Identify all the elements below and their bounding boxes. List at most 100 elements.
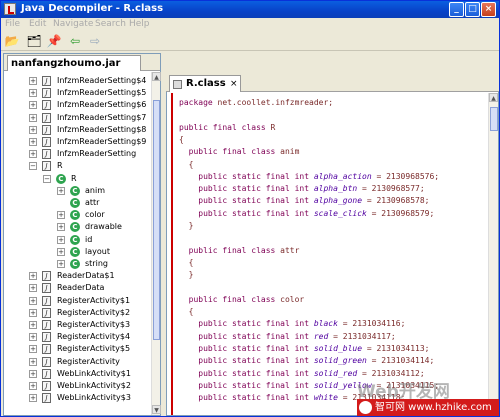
java-file-icon: J bbox=[42, 344, 51, 355]
code-text: { bbox=[179, 257, 194, 267]
scroll-up-icon[interactable]: ▲ bbox=[152, 72, 161, 81]
tree-item[interactable]: + J RegisterActivity$1 bbox=[4, 295, 151, 307]
expand-icon[interactable]: + bbox=[57, 211, 65, 220]
tree-item[interactable]: + J WebLinkActivity$3 bbox=[4, 392, 151, 404]
source-code[interactable]: package net.coollet.infzmreader; public f… bbox=[171, 93, 486, 415]
tree-item[interactable]: + Clayout bbox=[4, 246, 151, 258]
expand-icon[interactable]: + bbox=[57, 260, 65, 268]
tree-item[interactable]: + J InfzmReaderSetting bbox=[4, 148, 151, 160]
editor-tabstrip: R.class × bbox=[166, 74, 499, 92]
expand-icon[interactable]: + bbox=[29, 77, 37, 85]
tree-item[interactable]: + J InfzmReaderSetting$8 bbox=[4, 124, 151, 136]
expand-icon[interactable]: + bbox=[29, 284, 37, 293]
code-scroll-up-icon[interactable]: ▲ bbox=[489, 93, 498, 102]
expand-icon[interactable]: + bbox=[57, 247, 65, 256]
tree-item[interactable]: + Cid bbox=[4, 234, 151, 246]
code-keyword: public static final int bbox=[179, 184, 314, 194]
code-scrollbar[interactable]: ▲ bbox=[488, 93, 498, 415]
expand-icon[interactable]: + bbox=[29, 296, 37, 305]
forward-arrow-icon[interactable]: ⇨ bbox=[87, 34, 103, 49]
code-field: white bbox=[313, 393, 338, 403]
tree-item[interactable]: + J InfzmReaderSetting$7 bbox=[4, 112, 151, 124]
tree-item-label: RegisterActivity bbox=[57, 356, 120, 366]
tree-scrollbar[interactable]: ▲ ▼ bbox=[151, 72, 161, 415]
tree-item[interactable]: + Cstring bbox=[4, 258, 151, 270]
tree-item[interactable]: + J RegisterActivity$2 bbox=[4, 307, 151, 319]
expand-icon[interactable]: + bbox=[29, 321, 37, 329]
menu-file[interactable]: File bbox=[5, 19, 20, 29]
tree-item[interactable]: + Ccolor bbox=[4, 209, 151, 221]
code-keyword: public static final int bbox=[179, 344, 314, 353]
tree-item[interactable]: + Canim bbox=[4, 185, 151, 197]
java-file-icon: J bbox=[42, 76, 51, 86]
expand-icon[interactable]: + bbox=[29, 382, 37, 390]
code-scroll-thumb[interactable] bbox=[490, 107, 498, 131]
expand-icon[interactable]: + bbox=[29, 150, 37, 159]
menu-search[interactable]: Search bbox=[95, 19, 126, 29]
tree-item-label: RegisterActivity$5 bbox=[57, 344, 131, 354]
menu-help[interactable]: Help bbox=[129, 19, 150, 29]
expand-icon[interactable]: + bbox=[29, 345, 37, 354]
maximize-button[interactable]: □ bbox=[465, 2, 480, 17]
tree-item[interactable]: + J RegisterActivity$5 bbox=[4, 343, 151, 355]
expand-icon[interactable]: + bbox=[29, 272, 37, 281]
tree-item[interactable]: + J InfzmReaderSetting$9 bbox=[4, 136, 151, 148]
expand-icon[interactable]: + bbox=[57, 186, 65, 195]
tree-item[interactable]: + J ReaderData$1 bbox=[4, 270, 151, 282]
class-file-icon bbox=[173, 80, 182, 89]
pin-icon[interactable]: 📌 bbox=[46, 34, 62, 49]
tree-item[interactable]: + J InfzmReaderSetting$6 bbox=[4, 99, 151, 111]
tree-item[interactable]: + J InfzmReaderSetting$4 bbox=[4, 75, 151, 87]
code-text: color bbox=[280, 294, 305, 304]
tree-item[interactable]: + J ReaderData bbox=[4, 282, 151, 294]
tree-item-label: InfzmReaderSetting$9 bbox=[57, 137, 147, 146]
tree-item[interactable]: + J WebLinkActivity$1 bbox=[4, 368, 151, 380]
minimize-button[interactable]: _ bbox=[449, 2, 464, 17]
code-text: anim bbox=[280, 147, 300, 157]
tab-jar[interactable]: nanfangzhoumo.jar bbox=[7, 55, 141, 71]
tree-item[interactable]: + J RegisterActivity$3 bbox=[4, 319, 151, 331]
tree-item[interactable]: + J RegisterActivity$4 bbox=[4, 331, 151, 343]
code-line: public static final int alpha_gone = 213… bbox=[179, 195, 429, 207]
expand-icon[interactable]: + bbox=[29, 394, 37, 403]
expand-icon[interactable]: + bbox=[57, 235, 65, 244]
title-bar[interactable]: Java Decompiler - R.class _ □ × bbox=[1, 1, 499, 18]
collapse-icon[interactable]: − bbox=[29, 162, 37, 171]
tree-item-label: ReaderData bbox=[57, 283, 105, 293]
code-text: { bbox=[179, 307, 194, 317]
tab-close-icon[interactable]: × bbox=[230, 76, 238, 92]
open-folder-icon[interactable]: 📂 bbox=[4, 34, 20, 49]
tree-item[interactable]: + J InfzmReaderSetting$5 bbox=[4, 87, 151, 99]
expand-icon[interactable]: + bbox=[29, 138, 37, 146]
tree-scroll-thumb[interactable] bbox=[153, 100, 160, 340]
tree-item[interactable]: + J WebLinkActivity$2 bbox=[4, 380, 151, 392]
expand-icon[interactable]: + bbox=[29, 101, 37, 110]
code-text: = 2130968579; bbox=[366, 208, 435, 218]
code-keyword: public final class bbox=[179, 147, 281, 157]
tree-item[interactable]: − C R bbox=[4, 173, 151, 185]
scroll-down-icon[interactable]: ▼ bbox=[152, 405, 161, 414]
close-button[interactable]: × bbox=[481, 2, 496, 17]
tab-r-class[interactable]: R.class × bbox=[169, 75, 241, 92]
tree-item-label: layout bbox=[85, 246, 110, 256]
expand-icon[interactable]: + bbox=[29, 308, 37, 317]
save-all-icon[interactable]: 🗂 bbox=[26, 34, 42, 49]
collapse-icon[interactable]: − bbox=[43, 174, 51, 183]
expand-icon[interactable]: + bbox=[57, 223, 65, 232]
back-arrow-icon[interactable]: ⇦ bbox=[67, 34, 83, 49]
tree-item[interactable]: + Cdrawable bbox=[4, 221, 151, 233]
menu-edit[interactable]: Edit bbox=[29, 19, 46, 29]
menu-navigate[interactable]: Navigate bbox=[53, 19, 93, 29]
code-text: { bbox=[179, 134, 184, 144]
expand-icon[interactable]: + bbox=[29, 113, 37, 122]
code-line: public final class R bbox=[179, 122, 275, 134]
expand-icon[interactable]: + bbox=[29, 369, 37, 378]
expand-icon[interactable]: + bbox=[29, 125, 37, 134]
expand-icon[interactable]: + bbox=[29, 333, 37, 342]
tree-item[interactable]: Cattr bbox=[4, 197, 151, 209]
expand-icon[interactable]: + bbox=[29, 357, 37, 366]
tree-item[interactable]: − J R bbox=[4, 160, 151, 172]
expand-icon[interactable]: + bbox=[29, 89, 37, 98]
tree-item[interactable]: + J RegisterActivity bbox=[4, 356, 151, 368]
code-field: scale_click bbox=[313, 208, 367, 218]
